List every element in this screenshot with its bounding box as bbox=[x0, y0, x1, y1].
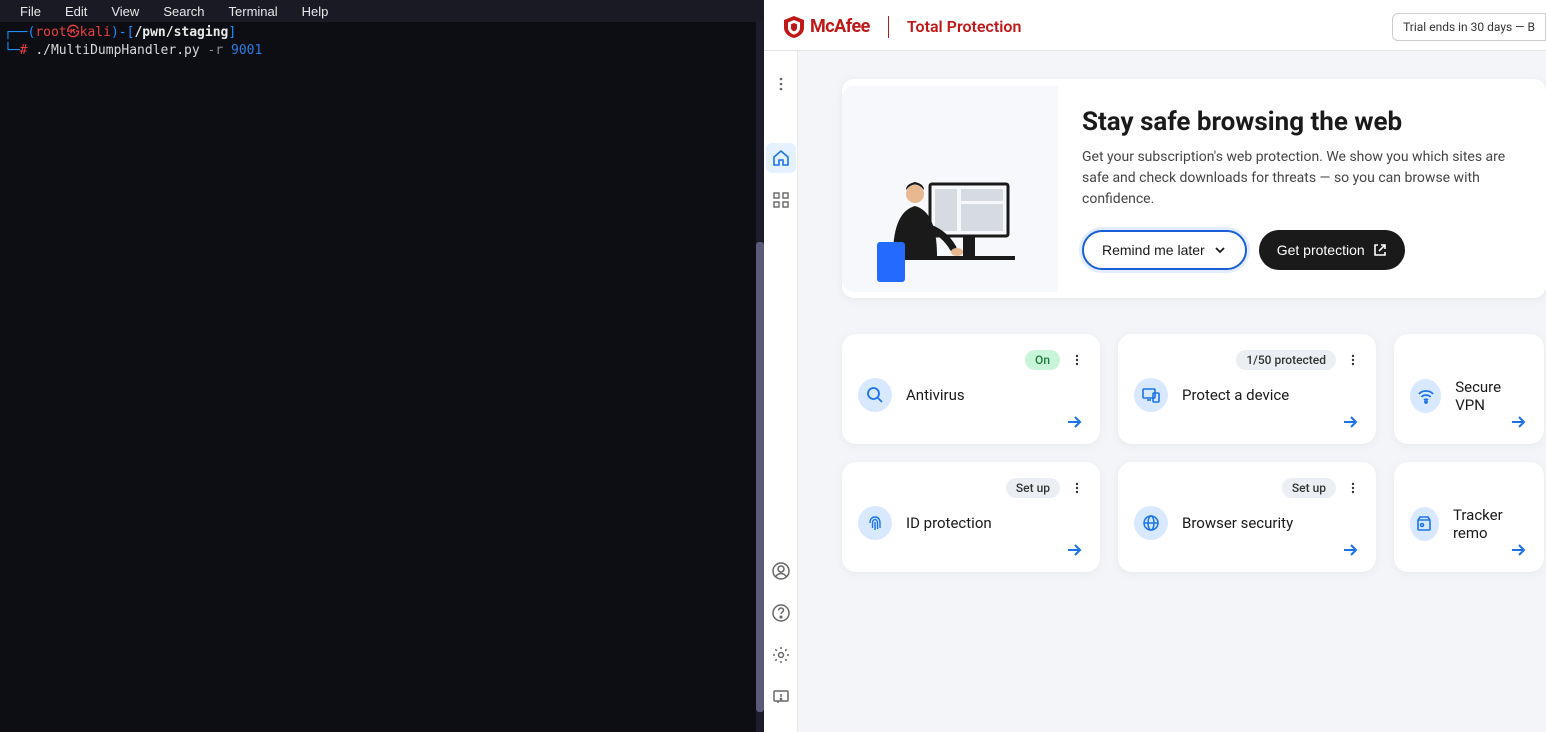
tile-label: Secure VPN bbox=[1455, 378, 1528, 414]
get-protection-button[interactable]: Get protection bbox=[1259, 230, 1405, 270]
terminal-menubar: File Edit View Search Terminal Help bbox=[0, 0, 764, 22]
brand: McAfee Total Protection bbox=[784, 16, 1021, 38]
tile-more-icon[interactable] bbox=[1346, 481, 1360, 495]
mcafee-window: McAfee Total Protection Trial ends in 30… bbox=[764, 0, 1546, 732]
arrow-right-icon[interactable] bbox=[1340, 540, 1360, 560]
tile-header: Set up bbox=[858, 478, 1084, 498]
menu-edit[interactable]: Edit bbox=[53, 2, 99, 21]
tile-more-icon[interactable] bbox=[1070, 481, 1084, 495]
product-name: Total Protection bbox=[907, 17, 1021, 36]
tile-label: Browser security bbox=[1182, 514, 1293, 532]
tile-label: Antivirus bbox=[906, 386, 965, 404]
hero-actions: Remind me later Get protection bbox=[1082, 230, 1522, 270]
brand-name: McAfee bbox=[810, 16, 870, 37]
mcafee-header: McAfee Total Protection Trial ends in 30… bbox=[764, 0, 1546, 50]
sidebar-account-icon[interactable] bbox=[766, 556, 796, 586]
tile-icon bbox=[1134, 506, 1168, 540]
sidebar-apps-icon[interactable] bbox=[766, 185, 796, 215]
tile-secure-vpn[interactable]: Secure VPN bbox=[1394, 334, 1544, 444]
tile-badge: 1/50 protected bbox=[1236, 350, 1336, 370]
arrow-right-icon[interactable] bbox=[1508, 540, 1528, 560]
tile-protect-a-device[interactable]: 1/50 protected Protect a device bbox=[1118, 334, 1376, 444]
tile-icon bbox=[1134, 378, 1168, 412]
tile-header: On bbox=[858, 350, 1084, 370]
arrow-right-icon[interactable] bbox=[1064, 540, 1084, 560]
tile-header bbox=[1410, 478, 1528, 498]
prompt-line-2: └─# ./MultiDumpHandler.py -r 9001 bbox=[4, 42, 760, 60]
tile-badge: Set up bbox=[1282, 478, 1336, 498]
external-link-icon bbox=[1373, 243, 1387, 257]
remind-later-label: Remind me later bbox=[1102, 242, 1205, 258]
tile-row: ID protection bbox=[858, 506, 1084, 540]
tile-icon bbox=[858, 378, 892, 412]
hero-card: Stay safe browsing the web Get your subs… bbox=[842, 79, 1546, 298]
remind-later-button[interactable]: Remind me later bbox=[1082, 230, 1247, 270]
tile-id-protection[interactable]: Set up ID protection bbox=[842, 462, 1100, 572]
sidebar-help-icon[interactable] bbox=[766, 598, 796, 628]
terminal-scrollbar-thumb[interactable] bbox=[756, 242, 764, 712]
trial-badge[interactable]: Trial ends in 30 days — B bbox=[1392, 13, 1546, 41]
menu-search[interactable]: Search bbox=[151, 2, 216, 21]
sidebar-feedback-icon[interactable] bbox=[766, 682, 796, 712]
hero-illustration bbox=[842, 86, 1058, 292]
hero-description: Get your subscription's web protection. … bbox=[1082, 147, 1522, 210]
main-content: Stay safe browsing the web Get your subs… bbox=[798, 51, 1546, 732]
tile-label: Protect a device bbox=[1182, 386, 1289, 404]
tile-icon bbox=[858, 506, 892, 540]
sidebar bbox=[764, 51, 798, 732]
tile-row: Protect a device bbox=[1134, 378, 1360, 412]
terminal-window: File Edit View Search Terminal Help ┌──(… bbox=[0, 0, 764, 732]
mcafee-body: Stay safe browsing the web Get your subs… bbox=[764, 50, 1546, 732]
chevron-down-icon bbox=[1213, 243, 1227, 257]
tile-label: ID protection bbox=[906, 514, 992, 532]
tile-row: Browser security bbox=[1134, 506, 1360, 540]
arrow-right-icon[interactable] bbox=[1064, 412, 1084, 432]
tile-antivirus[interactable]: On Antivirus bbox=[842, 334, 1100, 444]
tile-more-icon[interactable] bbox=[1070, 353, 1084, 367]
menu-help[interactable]: Help bbox=[290, 2, 341, 21]
terminal-scrollbar[interactable] bbox=[756, 22, 764, 732]
menu-file[interactable]: File bbox=[8, 2, 53, 21]
logo: McAfee bbox=[784, 16, 870, 38]
tiles-grid: On Antivirus 1/50 protected Protect a de… bbox=[842, 334, 1546, 572]
shield-logo-icon bbox=[784, 16, 804, 38]
prompt-line-1: ┌──(root㉿kali)-[/pwn/staging] bbox=[4, 24, 760, 42]
tile-row: Tracker remo bbox=[1410, 506, 1528, 542]
brand-divider bbox=[888, 16, 889, 38]
tile-row: Antivirus bbox=[858, 378, 1084, 412]
tile-icon bbox=[1410, 379, 1441, 413]
sidebar-home-icon[interactable] bbox=[766, 143, 796, 173]
tile-row: Secure VPN bbox=[1410, 378, 1528, 414]
arrow-right-icon[interactable] bbox=[1340, 412, 1360, 432]
sidebar-more-icon[interactable] bbox=[766, 69, 796, 99]
tile-browser-security[interactable]: Set up Browser security bbox=[1118, 462, 1376, 572]
tile-badge: Set up bbox=[1006, 478, 1060, 498]
tile-badge: On bbox=[1025, 350, 1060, 370]
tile-tracker-remo[interactable]: Tracker remo bbox=[1394, 462, 1544, 572]
tile-header: Set up bbox=[1134, 478, 1360, 498]
arrow-right-icon[interactable] bbox=[1508, 412, 1528, 432]
hero-content: Stay safe browsing the web Get your subs… bbox=[1058, 79, 1546, 298]
menu-view[interactable]: View bbox=[99, 2, 151, 21]
sidebar-settings-icon[interactable] bbox=[766, 640, 796, 670]
tile-label: Tracker remo bbox=[1453, 506, 1528, 542]
terminal-body[interactable]: ┌──(root㉿kali)-[/pwn/staging] └─# ./Mult… bbox=[0, 22, 764, 61]
get-protection-label: Get protection bbox=[1277, 242, 1365, 258]
menu-terminal[interactable]: Terminal bbox=[217, 2, 290, 21]
tile-icon bbox=[1410, 507, 1439, 541]
tile-more-icon[interactable] bbox=[1346, 353, 1360, 367]
hero-title: Stay safe browsing the web bbox=[1082, 107, 1522, 137]
tile-header: 1/50 protected bbox=[1134, 350, 1360, 370]
tile-header bbox=[1410, 350, 1528, 370]
